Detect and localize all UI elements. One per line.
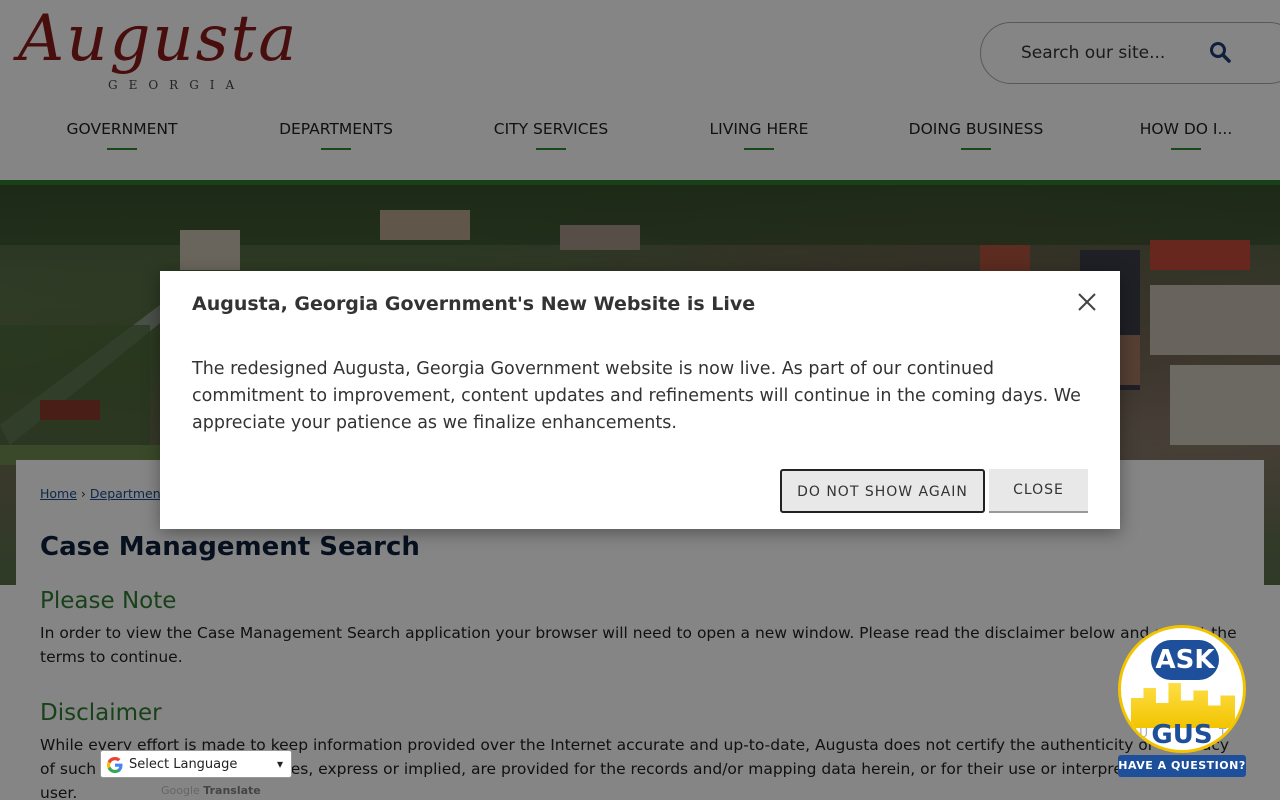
chevron-down-icon: ▾ bbox=[277, 757, 284, 771]
powered-google: Google bbox=[161, 784, 200, 797]
google-translate-credit[interactable]: Google Translate bbox=[161, 784, 261, 797]
modal-body: The redesigned Augusta, Georgia Governme… bbox=[192, 359, 1081, 433]
close-icon[interactable] bbox=[1076, 291, 1100, 315]
language-select-label: Select Language bbox=[129, 757, 238, 772]
ask-gus-icon: ASK AU GUS TA bbox=[1118, 625, 1246, 753]
have-a-question-badge: HAVE A QUESTION? bbox=[1118, 755, 1246, 777]
powered-translate: Translate bbox=[203, 784, 261, 797]
gus-ta-label: TA bbox=[1219, 726, 1234, 740]
do-not-show-again-button[interactable]: DO NOT SHOW AGAIN bbox=[780, 469, 985, 513]
close-button[interactable]: CLOSE bbox=[989, 469, 1088, 513]
gus-ask-label: ASK bbox=[1151, 640, 1219, 680]
language-select[interactable]: Select Language ▾ bbox=[100, 750, 292, 778]
modal-title: Augusta, Georgia Government's New Websit… bbox=[192, 293, 756, 315]
google-g-icon bbox=[107, 757, 123, 773]
ask-gus-chatbot[interactable]: ASK AU GUS TA HAVE A QUESTION? bbox=[1118, 625, 1246, 777]
announcement-modal: Augusta, Georgia Government's New Websit… bbox=[160, 271, 1120, 529]
